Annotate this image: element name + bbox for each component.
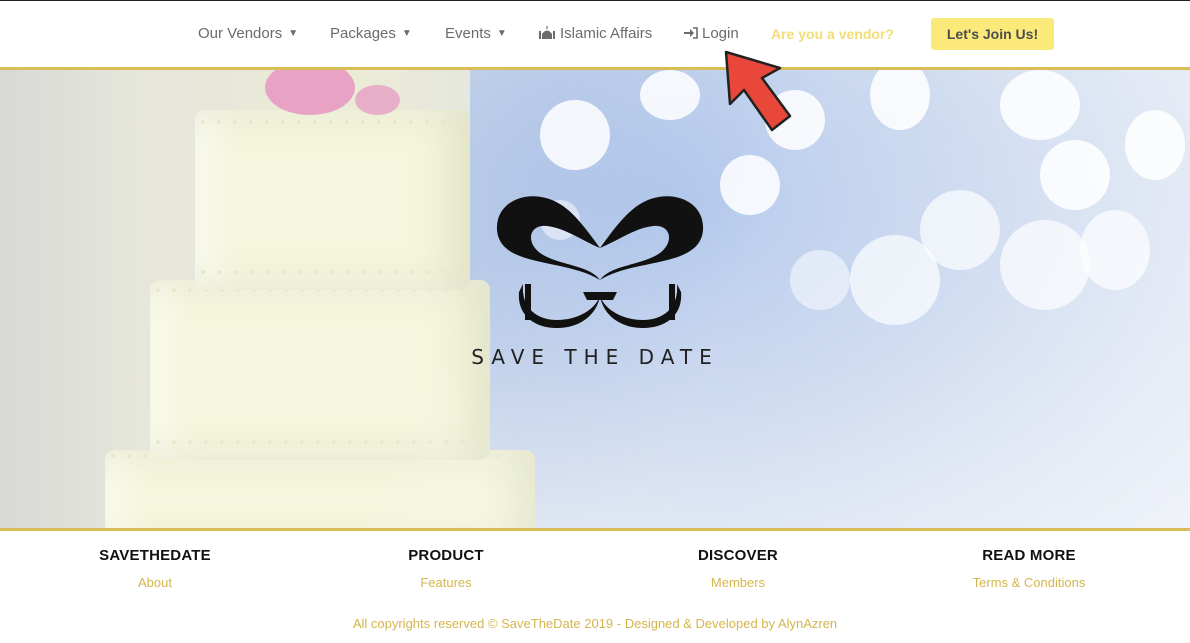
nav-packages-label: Packages <box>330 25 396 42</box>
footer-col-product: PRODUCT Features <box>336 547 556 590</box>
footer-col-savethedate: SAVETHEDATE About <box>45 547 265 590</box>
nav-events[interactable]: Events ▼ <box>445 25 507 42</box>
footer-link-about[interactable]: About <box>45 575 265 590</box>
footer-heading: READ MORE <box>982 547 1076 564</box>
nav-events-label: Events <box>445 25 491 42</box>
footer-link-terms[interactable]: Terms & Conditions <box>919 575 1139 590</box>
chevron-down-icon: ▼ <box>496 28 507 39</box>
nav-login-label: Login <box>702 25 739 42</box>
footer-link-members[interactable]: Members <box>628 575 848 590</box>
chevron-down-icon: ▼ <box>288 28 299 39</box>
nav-packages[interactable]: Packages ▼ <box>330 25 412 42</box>
footer-heading: SAVETHEDATE <box>99 547 211 564</box>
footer-heading: DISCOVER <box>698 547 778 564</box>
savethedate-logo <box>496 196 704 328</box>
footer-col-discover: DISCOVER Members <box>628 547 848 590</box>
join-us-button[interactable]: Let's Join Us! <box>931 18 1054 50</box>
nav-islamic-affairs-label: Islamic Affairs <box>560 25 653 42</box>
footer-link-features[interactable]: Features <box>336 575 556 590</box>
logo-wordmark: SAVE THE DATE <box>471 345 719 369</box>
hero-banner: SAVE THE DATE <box>0 70 1190 530</box>
sign-in-icon <box>684 26 698 42</box>
red-arrow-pointer <box>724 50 792 132</box>
nav-login[interactable]: Login <box>684 25 739 42</box>
nav-islamic-affairs[interactable]: Islamic Affairs <box>538 25 652 42</box>
nav-vendor-link[interactable]: Are you a vendor? <box>771 26 894 42</box>
nav-our-vendors-label: Our Vendors <box>198 25 283 42</box>
footer-col-read-more: READ MORE Terms & Conditions <box>919 547 1139 590</box>
footer-heading: PRODUCT <box>408 547 484 564</box>
nav-our-vendors[interactable]: Our Vendors ▼ <box>198 25 298 42</box>
page: Our Vendors ▼ Packages ▼ Events ▼ Islami… <box>0 0 1190 643</box>
copyright-text: All copyrights reserved © SaveTheDate 20… <box>352 616 838 631</box>
footer: SAVETHEDATE About PRODUCT Features DISCO… <box>0 528 1190 643</box>
chevron-down-icon: ▼ <box>401 28 412 39</box>
mosque-icon <box>538 25 556 42</box>
top-navbar: Our Vendors ▼ Packages ▼ Events ▼ Islami… <box>0 0 1190 70</box>
